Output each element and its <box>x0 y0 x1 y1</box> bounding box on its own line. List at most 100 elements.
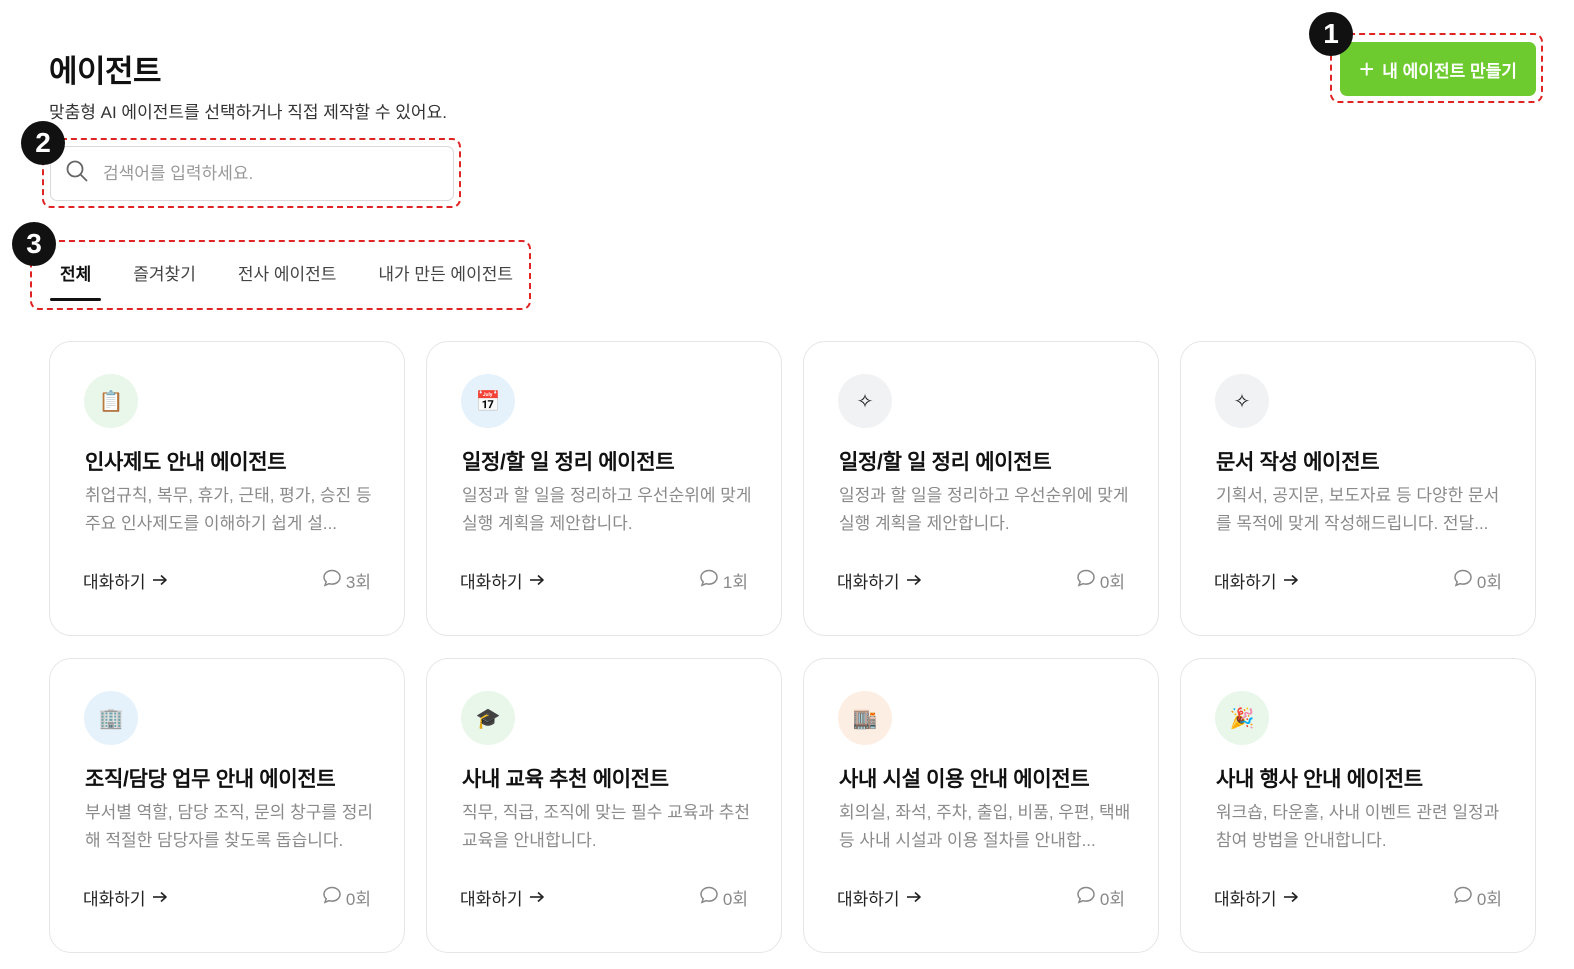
sparkle-icon: ✧ <box>838 374 892 428</box>
start-chat-label: 대화하기 <box>460 890 523 909</box>
agent-card-title: 일정/할 일 정리 에이전트 <box>462 451 675 474</box>
agent-card-title: 사내 시설 이용 안내 에이전트 <box>839 768 1090 791</box>
arrow-right-icon <box>906 571 922 591</box>
start-chat-button[interactable]: 대화하기 <box>837 568 922 593</box>
arrow-right-icon <box>152 888 168 908</box>
agent-card[interactable]: ✧ 문서 작성 에이전트기획서, 공지문, 보도자료 등 다양한 문서를 목적에 … <box>1180 341 1536 636</box>
agent-card[interactable]: 📅 일정/할 일 정리 에이전트일정과 할 일을 정리하고 우선순위에 맞게 실행… <box>426 341 782 636</box>
agent-card-description: 일정과 할 일을 정리하고 우선순위에 맞게 실행 계획을 제안합니다. <box>462 486 752 533</box>
agent-card-footer: 대화하기 0회 <box>460 885 748 910</box>
chat-count-value: 0회 <box>1476 573 1502 592</box>
chat-count: 0회 <box>1453 885 1502 910</box>
agent-card-title: 인사제도 안내 에이전트 <box>85 451 287 474</box>
agent-card-description: 워크숍, 타운홀, 사내 이벤트 관련 일정과 참여 방법을 안내합니다. <box>1216 803 1500 850</box>
annotation-badge-1: 1 <box>1309 12 1353 56</box>
chat-count-value: 0회 <box>345 890 371 909</box>
start-chat-label: 대화하기 <box>1214 573 1277 592</box>
page-title: 에이전트 <box>49 54 162 89</box>
agent-card[interactable]: 🎓 사내 교육 추천 에이전트직무, 직급, 조직에 맞는 필수 교육과 추천 교… <box>426 658 782 953</box>
agent-card-title: 문서 작성 에이전트 <box>1216 451 1380 474</box>
start-chat-button[interactable]: 대화하기 <box>83 568 168 593</box>
chat-count-value: 0회 <box>722 890 748 909</box>
party-popper-icon: 🎉 <box>1215 691 1269 745</box>
tab-all[interactable]: 전체 <box>50 254 102 301</box>
agent-card-description: 일정과 할 일을 정리하고 우선순위에 맞게 실행 계획을 제안합니다. <box>839 486 1129 533</box>
chat-count-value: 0회 <box>1099 573 1125 592</box>
search-box[interactable] <box>50 146 454 201</box>
agent-card[interactable]: 🏢 조직/담당 업무 안내 에이전트부서별 역할, 담당 조직, 문의 창구를 정… <box>49 658 405 953</box>
chat-bubble-icon <box>1076 885 1096 910</box>
chat-count-value: 0회 <box>1476 890 1502 909</box>
clipboard-icon: 📋 <box>84 374 138 428</box>
annotation-badge-3: 3 <box>12 222 56 266</box>
arrow-right-icon <box>529 888 545 908</box>
create-agent-button[interactable]: + 내 에이전트 만들기 <box>1340 42 1536 96</box>
chat-bubble-icon <box>322 885 342 910</box>
chat-count: 3회 <box>322 568 371 593</box>
start-chat-label: 대화하기 <box>83 573 146 592</box>
calendar-icon: 📅 <box>461 374 515 428</box>
chat-bubble-icon <box>1076 568 1096 593</box>
agent-card-title: 사내 교육 추천 에이전트 <box>462 768 669 791</box>
start-chat-button[interactable]: 대화하기 <box>1214 568 1299 593</box>
tab-favorites[interactable]: 즐겨찾기 <box>123 254 206 301</box>
tab-my-agents[interactable]: 내가 만든 에이전트 <box>368 254 523 301</box>
tab-company-agents[interactable]: 전사 에이전트 <box>228 254 347 301</box>
chat-bubble-icon <box>1453 568 1473 593</box>
agent-card[interactable]: ✧ 일정/할 일 정리 에이전트 일정과 할 일을 정리하고 우선순위에 맞게 실행… <box>803 341 1159 636</box>
start-chat-button[interactable]: 대화하기 <box>1214 885 1299 910</box>
agent-card[interactable]: 📋 인사제도 안내 에이전트취업규칙, 복무, 휴가, 근태, 평가, 승진 등 … <box>49 341 405 636</box>
chat-count: 1회 <box>699 568 748 593</box>
arrow-right-icon <box>152 571 168 591</box>
start-chat-button[interactable]: 대화하기 <box>83 885 168 910</box>
start-chat-label: 대화하기 <box>1214 890 1277 909</box>
chat-count-value: 1회 <box>722 573 748 592</box>
start-chat-label: 대화하기 <box>460 573 523 592</box>
agent-card-footer: 대화하기 0회 <box>837 568 1125 593</box>
arrow-right-icon <box>1283 571 1299 591</box>
agent-card-title: 조직/담당 업무 안내 에이전트 <box>85 768 336 791</box>
agent-card-footer: 대화하기 0회 <box>837 885 1125 910</box>
start-chat-button[interactable]: 대화하기 <box>837 885 922 910</box>
agent-card[interactable]: 🏬 사내 시설 이용 안내 에이전트 회의실, 좌석, 주차, 출입, 비품, 우편… <box>803 658 1159 953</box>
agent-card-title: 사내 행사 안내 에이전트 <box>1216 768 1423 791</box>
agent-card-description: 직무, 직급, 조직에 맞는 필수 교육과 추천 교육을 안내합니다. <box>462 803 751 850</box>
agent-card-description: 기획서, 공지문, 보도자료 등 다양한 문서를 목적에 맞게 작성해드립니다.… <box>1216 486 1500 533</box>
agent-card[interactable]: 🎉 사내 행사 안내 에이전트워크숍, 타운홀, 사내 이벤트 관련 일정과 참여… <box>1180 658 1536 953</box>
agent-card-description: 취업규칙, 복무, 휴가, 근태, 평가, 승진 등 주요 인사제도를 이해하기… <box>85 486 372 533</box>
agent-card-footer: 대화하기 1회 <box>460 568 748 593</box>
chat-count: 0회 <box>1076 568 1125 593</box>
graduation-cap-icon: 🎓 <box>461 691 515 745</box>
chat-bubble-icon <box>1453 885 1473 910</box>
arrow-right-icon <box>529 571 545 591</box>
chat-count: 0회 <box>1076 885 1125 910</box>
search-input[interactable] <box>103 163 423 184</box>
chat-count: 0회 <box>699 885 748 910</box>
page-subtitle: 맞춤형 AI 에이전트를 선택하거나 직접 제작할 수 있어요. <box>49 103 447 122</box>
start-chat-button[interactable]: 대화하기 <box>460 568 545 593</box>
sparkle-icon: ✧ <box>1215 374 1269 428</box>
start-chat-button[interactable]: 대화하기 <box>460 885 545 910</box>
create-agent-label: 내 에이전트 만들기 <box>1382 61 1517 81</box>
building-icon: 🏬 <box>838 691 892 745</box>
annotation-badge-2: 2 <box>21 121 65 165</box>
agent-card-description: 부서별 역할, 담당 조직, 문의 창구를 정리해 적절한 담당자를 찾도록 돕… <box>85 803 374 850</box>
agent-card-footer: 대화하기 0회 <box>1214 568 1502 593</box>
agent-card-footer: 대화하기 0회 <box>1214 885 1502 910</box>
chat-count-value: 3회 <box>345 573 371 592</box>
search-icon <box>65 159 89 188</box>
arrow-right-icon <box>906 888 922 908</box>
chat-count: 0회 <box>1453 568 1502 593</box>
chat-bubble-icon <box>322 568 342 593</box>
start-chat-label: 대화하기 <box>83 890 146 909</box>
agent-card-footer: 대화하기 3회 <box>83 568 371 593</box>
office-building-icon: 🏢 <box>84 691 138 745</box>
plus-icon: + <box>1359 54 1375 84</box>
start-chat-label: 대화하기 <box>837 890 900 909</box>
agent-card-footer: 대화하기 0회 <box>83 885 371 910</box>
arrow-right-icon <box>1283 888 1299 908</box>
chat-count-value: 0회 <box>1099 890 1125 909</box>
chat-bubble-icon <box>699 885 719 910</box>
start-chat-label: 대화하기 <box>837 573 900 592</box>
tab-bar: 전체 즐겨찾기 전사 에이전트 내가 만든 에이전트 <box>50 254 545 301</box>
